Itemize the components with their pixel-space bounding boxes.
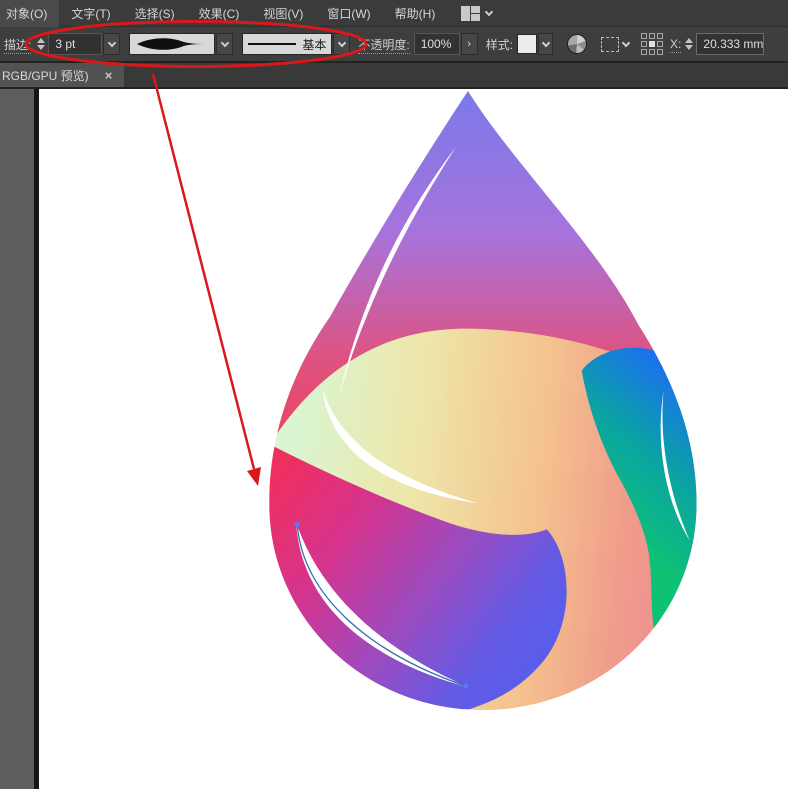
tab-close-icon[interactable]: × — [105, 68, 113, 83]
ref-cell-center — [649, 41, 655, 47]
ref-cell — [641, 33, 647, 39]
menu-help[interactable]: 帮助(H) — [383, 0, 448, 27]
menu-view[interactable]: 视图(V) — [251, 0, 315, 27]
align-options-button[interactable] — [601, 37, 629, 52]
anchor-dot — [295, 522, 300, 527]
anchor-dot — [463, 684, 468, 689]
menu-select[interactable]: 选择(S) — [123, 0, 187, 27]
stepper-down-icon — [37, 45, 45, 50]
stepper-up-icon — [37, 38, 45, 43]
water-drop-artwork[interactable] — [40, 89, 788, 789]
stroke-weight-field[interactable]: 3 pt — [48, 33, 102, 55]
arrange-documents-button[interactable] — [461, 6, 492, 21]
ref-cell — [657, 41, 663, 47]
document-tab-title: RGB/GPU 预览) — [2, 67, 89, 84]
chevron-down-icon — [338, 38, 346, 46]
chevron-down-icon — [108, 38, 116, 46]
drop-shape-group — [263, 89, 704, 710]
opacity-more-button[interactable]: › — [461, 33, 478, 55]
ref-cell — [649, 33, 655, 39]
illustrator-window: 对象(O) 文字(T) 选择(S) 效果(C) 视图(V) 窗口(W) 帮助(H… — [0, 0, 788, 791]
ref-cell — [649, 49, 655, 55]
menu-effect[interactable]: 效果(C) — [187, 0, 252, 27]
stepper-up-icon — [685, 38, 693, 43]
chevron-down-icon — [622, 38, 630, 46]
x-stepper[interactable] — [685, 38, 693, 50]
ref-cell — [641, 41, 647, 47]
chevron-down-icon — [221, 38, 229, 46]
document-tab[interactable]: RGB/GPU 预览) × — [0, 63, 124, 87]
x-label[interactable]: X: — [670, 37, 681, 51]
ref-cell — [641, 49, 647, 55]
control-bar: 描边: 3 pt 基本 不透明度: 100% › 样式: — [0, 27, 788, 63]
menu-object[interactable]: 对象(O) — [0, 0, 59, 27]
stroke-label[interactable]: 描边: — [4, 36, 31, 53]
stroke-weight-dropdown[interactable] — [103, 33, 120, 55]
chevron-down-icon — [485, 7, 493, 15]
opacity-label[interactable]: 不透明度: — [358, 36, 409, 53]
canvas-area[interactable] — [0, 89, 788, 789]
brush-stroke-icon — [248, 43, 296, 45]
chevron-down-icon — [541, 38, 549, 46]
width-profile-icon — [135, 35, 209, 53]
ref-cell — [657, 33, 663, 39]
brush-name: 基本 — [302, 36, 326, 53]
ref-cell — [657, 49, 663, 55]
brush-chevron[interactable] — [333, 33, 350, 55]
recolor-artwork-icon[interactable] — [567, 34, 587, 54]
reference-point-grid[interactable] — [641, 33, 663, 55]
selection-bounds-icon — [601, 37, 619, 52]
x-position-field[interactable]: 20.333 mm — [696, 33, 764, 55]
stroke-weight-stepper[interactable] — [37, 38, 45, 50]
style-swatch[interactable] — [517, 34, 537, 54]
tools-panel-edge — [0, 89, 34, 789]
brush-dropdown[interactable]: 基本 — [242, 33, 332, 55]
panel-divider — [34, 89, 39, 789]
width-profile-chevron[interactable] — [216, 33, 233, 55]
width-profile-dropdown[interactable] — [129, 33, 215, 55]
document-tab-bar: RGB/GPU 预览) × — [0, 63, 788, 89]
style-chevron[interactable] — [538, 33, 553, 55]
opacity-field[interactable]: 100% — [414, 33, 460, 55]
menu-bar: 对象(O) 文字(T) 选择(S) 效果(C) 视图(V) 窗口(W) 帮助(H… — [0, 0, 788, 27]
menu-window[interactable]: 窗口(W) — [315, 0, 382, 27]
arrange-documents-icon — [461, 6, 480, 21]
menu-type[interactable]: 文字(T) — [59, 0, 122, 27]
style-label: 样式: — [486, 36, 513, 53]
stepper-down-icon — [685, 45, 693, 50]
